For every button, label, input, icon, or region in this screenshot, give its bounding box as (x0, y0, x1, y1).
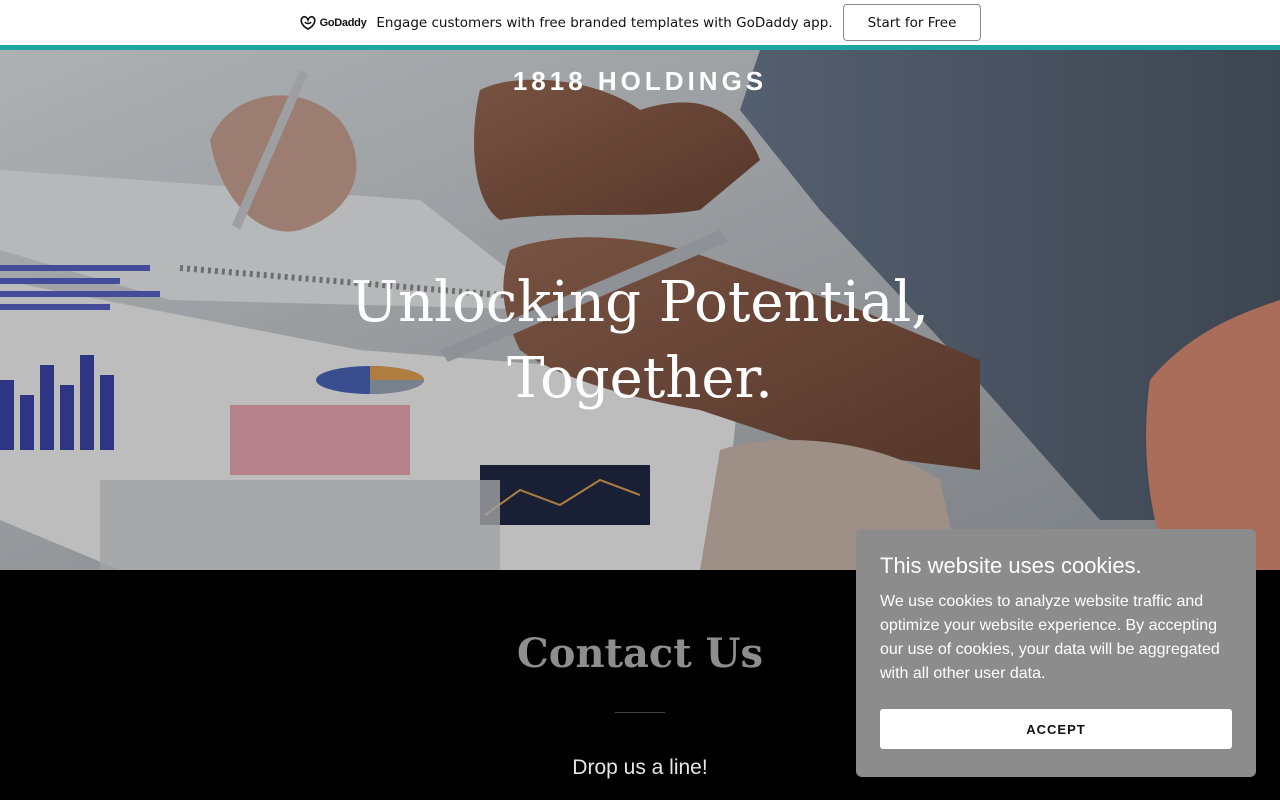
promo-message: Engage customers with free branded templ… (376, 14, 833, 31)
cookie-banner-text: We use cookies to analyze website traffi… (880, 593, 1220, 682)
godaddy-logo-icon (300, 15, 316, 30)
hero-section: 1818 HOLDINGS Unlocking Potential, Toget… (0, 50, 1280, 570)
site-brand[interactable]: 1818 HOLDINGS (0, 66, 1280, 97)
hero-headline: Unlocking Potential, Together. (0, 265, 1280, 417)
hero-headline-line-1: Unlocking Potential, (350, 270, 930, 335)
contact-divider (615, 712, 665, 713)
promo-bar: GoDaddy Engage customers with free brand… (0, 0, 1280, 45)
cookie-banner: This website uses cookies. We use cookie… (856, 529, 1256, 777)
hero-headline-line-2: Together. (507, 346, 773, 411)
cookie-banner-title: This website uses cookies. (880, 553, 1142, 578)
accept-cookies-button[interactable]: ACCEPT (880, 709, 1232, 749)
godaddy-logo-text: GoDaddy (319, 16, 367, 29)
godaddy-logo[interactable]: GoDaddy (299, 15, 367, 31)
start-for-free-button[interactable]: Start for Free (842, 4, 982, 41)
